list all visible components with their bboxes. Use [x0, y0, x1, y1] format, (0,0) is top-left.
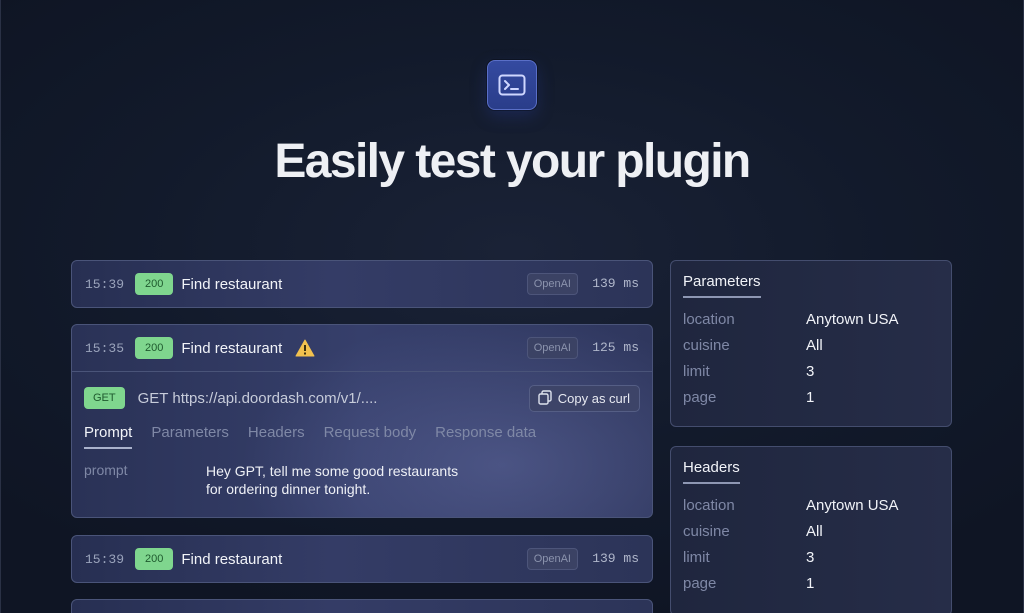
status-badge: 200 — [135, 273, 174, 295]
param-row: cuisine All — [683, 332, 939, 358]
row-time: 15:39 — [85, 551, 125, 567]
request-url: GET https://api.doordash.com/v1/.... — [137, 389, 378, 407]
header-key: page — [683, 574, 717, 592]
log-row[interactable]: 15:39 200 Find restaurant OpenAI 139 ms — [71, 535, 653, 583]
terminal-icon — [487, 60, 537, 110]
header-row: page 1 — [683, 570, 939, 596]
tab-response-data[interactable]: Response data — [435, 424, 536, 447]
header-value: Anytown USA — [806, 496, 899, 514]
log-row[interactable] — [71, 599, 653, 613]
provider-badge: OpenAI — [526, 548, 578, 570]
row-title: Find restaurant — [181, 275, 283, 293]
panel-title: Headers — [683, 459, 740, 484]
header-key: limit — [683, 548, 710, 566]
prompt-line: for ordering dinner tonight. — [206, 481, 371, 497]
header-row: cuisine All — [683, 518, 939, 544]
row-duration: 125 ms — [592, 340, 639, 355]
provider-badge: OpenAI — [526, 273, 578, 295]
headers-panel: Headers location Anytown USA cuisine All l… — [670, 446, 952, 613]
param-row: location Anytown USA — [683, 306, 939, 332]
row-duration: 139 ms — [592, 551, 639, 566]
header-value: All — [806, 522, 823, 540]
row-title: Find restaurant — [181, 550, 283, 568]
header-key: cuisine — [683, 522, 730, 540]
header-value: 3 — [806, 548, 815, 566]
warning-triangle-icon — [295, 339, 315, 357]
status-badge: 200 — [135, 548, 174, 570]
status-badge: 200 — [135, 337, 174, 359]
panel-title: Parameters — [683, 273, 761, 298]
detail-tabs: Prompt Parameters Headers Request body R… — [72, 424, 652, 452]
param-key: limit — [683, 362, 710, 380]
row-time: 15:39 — [85, 276, 125, 292]
tab-prompt[interactable]: Prompt — [84, 424, 133, 449]
header-row: limit 3 — [683, 544, 939, 570]
header-row: location Anytown USA — [683, 492, 939, 518]
log-row[interactable]: 15:39 200 Find restaurant OpenAI 139 ms — [71, 260, 653, 308]
param-value: Anytown USA — [806, 310, 899, 328]
tab-request-body[interactable]: Request body — [324, 424, 417, 447]
prompt-line: Hey GPT, tell me some good restaurants — [206, 463, 459, 479]
param-value: 3 — [806, 362, 815, 380]
copy-icon — [538, 389, 552, 408]
tab-headers[interactable]: Headers — [248, 424, 305, 447]
page-title: Easily test your plugin — [274, 135, 751, 188]
log-row-expanded[interactable]: 15:35 200 Find restaurant OpenAI 125 ms … — [71, 324, 653, 518]
tab-parameters[interactable]: Parameters — [151, 424, 229, 447]
header-key: location — [683, 496, 735, 514]
row-title: Find restaurant — [181, 339, 283, 357]
parameters-panel: Parameters location Anytown USA cuisine Al… — [670, 260, 952, 427]
provider-badge: OpenAI — [526, 337, 578, 359]
param-key: page — [683, 388, 717, 406]
param-row: limit 3 — [683, 358, 939, 384]
row-time: 15:35 — [85, 340, 125, 356]
copy-as-curl-button[interactable]: Copy as curl — [528, 385, 640, 412]
row-duration: 139 ms — [592, 276, 639, 291]
param-row: page 1 — [683, 384, 939, 410]
method-badge: GET — [84, 387, 125, 409]
copy-button-label: Copy as curl — [557, 391, 630, 406]
prompt-value: Hey GPT, tell me some good restaurants f… — [206, 462, 506, 518]
param-key: location — [683, 310, 735, 328]
param-value: 1 — [806, 388, 815, 406]
prompt-label: prompt — [84, 462, 128, 478]
param-key: cuisine — [683, 336, 730, 354]
param-value: All — [806, 336, 823, 354]
header-value: 1 — [806, 574, 815, 592]
